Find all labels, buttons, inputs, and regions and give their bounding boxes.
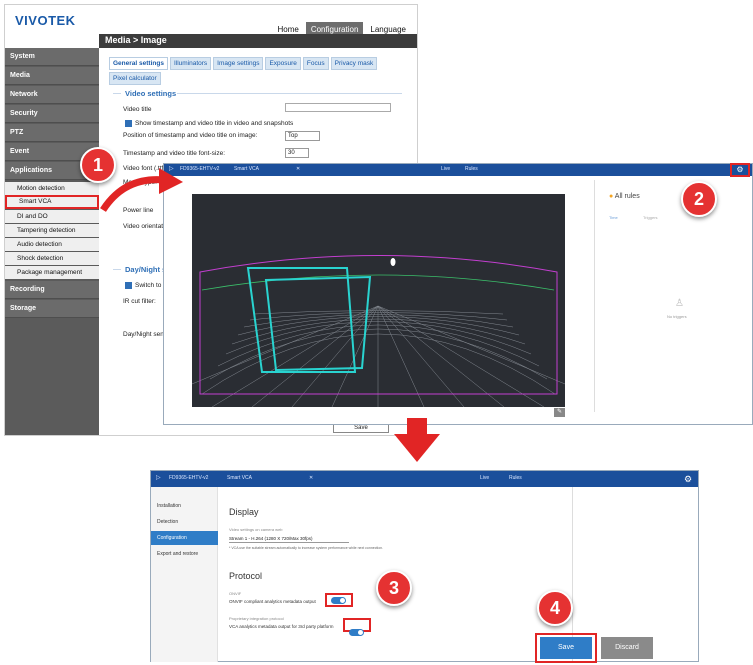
config-gear-icon[interactable]: ⚙ bbox=[681, 473, 695, 485]
prop-toggle[interactable] bbox=[349, 629, 364, 636]
prop-group: Proprietary integration protocol bbox=[229, 616, 284, 621]
smart-vca-window: ▷ FD9365-EHTV-v2 Smart VCA ✕ Live Rules … bbox=[163, 163, 753, 425]
vca-app-name: Smart VCA bbox=[234, 166, 260, 172]
left-nav: System Media Network Security PTZ Event … bbox=[5, 48, 99, 435]
protocol-heading: Protocol bbox=[229, 571, 263, 581]
nav-detection[interactable]: Detection bbox=[151, 515, 218, 529]
ir-cut-label: IR cut filter: bbox=[123, 298, 156, 305]
onvif-label: ONVIF compliant analytics metadata outpu… bbox=[229, 599, 316, 604]
tab-privacy-mask[interactable]: Privacy mask bbox=[330, 57, 378, 70]
sidebar-sub-smart-vca[interactable]: Smart VCA bbox=[5, 195, 99, 209]
vca-configuration-window: ▷ FD9365-EHTV-v2 Smart VCA ✕ Live Rules … bbox=[150, 470, 699, 663]
sidebar-item-network[interactable]: Network bbox=[5, 86, 99, 104]
video-title-label: Video title bbox=[123, 106, 152, 113]
sidebar-item-ptz[interactable]: PTZ bbox=[5, 124, 99, 142]
stream-note: * VCA use the suitable stream automatica… bbox=[229, 546, 384, 550]
step-badge-2: 2 bbox=[681, 181, 717, 217]
tab-focus[interactable]: Focus bbox=[302, 57, 329, 70]
sidebar-sub-shock[interactable]: Shock detection bbox=[5, 252, 99, 265]
tab-rules[interactable]: Rules bbox=[465, 166, 478, 172]
nav-configuration-item[interactable]: Configuration bbox=[151, 531, 218, 545]
nav-export-restore[interactable]: Export and restore bbox=[151, 547, 218, 561]
tab-exposure[interactable]: Exposure bbox=[265, 57, 301, 70]
config-tab-live[interactable]: Live bbox=[480, 475, 489, 481]
nav-installation[interactable]: Installation bbox=[151, 499, 218, 513]
camera-live-view bbox=[192, 194, 565, 407]
video-setting-label: Video settings on camera web bbox=[229, 527, 283, 532]
tab-pixel-calculator[interactable]: Pixel calculator bbox=[109, 72, 161, 85]
discard-button[interactable]: Discard bbox=[601, 637, 653, 659]
calibration-grid-overlay bbox=[192, 255, 565, 407]
sidebar-sub-di-do[interactable]: DI and DO bbox=[5, 210, 99, 223]
prop-label: VCA analytics metadata output for 3rd pa… bbox=[229, 624, 334, 629]
switch-checkbox[interactable] bbox=[125, 282, 132, 289]
onvif-toggle[interactable] bbox=[331, 597, 346, 604]
fontsize-select[interactable]: 30 bbox=[285, 148, 309, 158]
sidebar-sub-tampering[interactable]: Tampering detection bbox=[5, 224, 99, 237]
sidebar-item-system[interactable]: System bbox=[5, 48, 99, 66]
rules-panel: ● All rules Time Triggers ♙ No triggers bbox=[594, 180, 751, 412]
tab-image-settings[interactable]: Image settings bbox=[213, 57, 264, 70]
all-rules-label: ● All rules bbox=[609, 193, 640, 200]
save-button[interactable]: Save bbox=[540, 637, 592, 659]
config-nav: Installation Detection Configuration Exp… bbox=[151, 487, 218, 662]
person-icon: ♙ bbox=[675, 298, 684, 309]
star-icon: ● bbox=[609, 193, 614, 200]
settings-gear-icon[interactable]: ⚙ bbox=[730, 163, 750, 177]
no-triggers-text: No triggers bbox=[667, 314, 687, 319]
show-timestamp-label: Show timestamp and video title in video … bbox=[135, 120, 294, 127]
sidebar-sub-package[interactable]: Package management bbox=[5, 266, 99, 279]
video-settings-heading: Video settings bbox=[125, 89, 177, 98]
step-badge-1: 1 bbox=[80, 147, 116, 183]
position-label: Position of timestamp and video title on… bbox=[123, 132, 258, 139]
col-time: Time bbox=[609, 215, 618, 220]
step-badge-4: 4 bbox=[537, 590, 573, 626]
sidebar-item-storage[interactable]: Storage bbox=[5, 300, 99, 318]
vca-header-bar: ▷ FD9365-EHTV-v2 Smart VCA ✕ Live Rules bbox=[164, 164, 752, 176]
config-tab-rules[interactable]: Rules bbox=[509, 475, 522, 481]
config-header-bar: ▷ FD9365-EHTV-v2 Smart VCA ✕ Live Rules bbox=[151, 471, 698, 487]
config-device-name: FD9365-EHTV-v2 bbox=[169, 475, 209, 481]
tab-live[interactable]: Live bbox=[441, 166, 450, 172]
breadcrumb: Media > Image bbox=[105, 35, 167, 45]
tab-general-settings[interactable]: General settings bbox=[109, 57, 168, 70]
config-close-icon[interactable]: ✕ bbox=[309, 475, 313, 481]
sensitivity-label: Day/Night sen bbox=[123, 331, 164, 338]
position-select[interactable]: Top bbox=[285, 131, 320, 141]
col-triggers: Triggers bbox=[643, 215, 658, 220]
divider bbox=[113, 269, 121, 270]
arrow-down-icon bbox=[394, 418, 440, 462]
sidebar-sub-motion-detection[interactable]: Motion detection bbox=[5, 182, 99, 195]
vca-close-icon[interactable]: ✕ bbox=[296, 166, 300, 172]
vivotek-logo: VIVOTEK bbox=[15, 13, 76, 28]
sidebar-item-media[interactable]: Media bbox=[5, 67, 99, 85]
sidebar-item-security[interactable]: Security bbox=[5, 105, 99, 123]
camera-icon: ▷ bbox=[156, 475, 161, 481]
onvif-group: ONVIF bbox=[229, 591, 242, 596]
sidebar-item-recording[interactable]: Recording bbox=[5, 281, 99, 299]
stream-select[interactable]: Stream 1 - H.264 (1280 X 720/Max 30fps) bbox=[229, 534, 349, 543]
divider bbox=[177, 93, 402, 94]
switch-label: Switch to bbox=[135, 282, 162, 289]
display-heading: Display bbox=[229, 507, 259, 517]
divider bbox=[113, 93, 121, 94]
config-app-name: Smart VCA bbox=[227, 475, 253, 481]
video-title-input[interactable] bbox=[285, 103, 391, 112]
step-badge-3: 3 bbox=[376, 570, 412, 606]
tab-illuminators[interactable]: Illuminators bbox=[169, 57, 212, 70]
edit-pencil-icon[interactable]: ✎ bbox=[554, 408, 565, 417]
show-timestamp-checkbox[interactable] bbox=[125, 120, 132, 127]
sidebar-sub-audio[interactable]: Audio detection bbox=[5, 238, 99, 251]
image-tabs: General settings Illuminators Image sett… bbox=[109, 57, 399, 85]
all-rules-text: All rules bbox=[614, 193, 640, 200]
